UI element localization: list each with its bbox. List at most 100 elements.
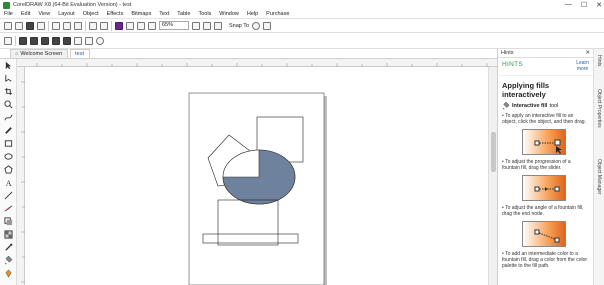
close-button[interactable]: ✕ (596, 1, 602, 9)
vector-pattern-icon[interactable] (41, 36, 49, 45)
hint-tool-name: Interactive fill (512, 103, 548, 109)
fill-vector-drawing (534, 186, 560, 192)
hint-paragraph: • To adjust the progression of a fountai… (502, 159, 571, 171)
menu-help[interactable]: Help (247, 11, 258, 17)
uniform-fill-icon[interactable] (19, 36, 27, 45)
artistic-media-icon[interactable] (4, 126, 13, 135)
hint-paragraph-text: To adjust the progression of a fountain … (502, 159, 571, 171)
interactive-fill-icon[interactable] (4, 256, 13, 265)
pick-tool-icon[interactable] (4, 61, 13, 70)
copy-fill-icon[interactable] (96, 36, 104, 45)
polygon-tool-icon[interactable] (4, 165, 13, 174)
interactive-fill-icon (502, 102, 510, 110)
freehand-tool-icon[interactable] (4, 113, 13, 122)
home-icon: ⌂ (15, 51, 19, 57)
drop-shadow-icon[interactable] (4, 217, 13, 226)
menu-table[interactable]: Table (177, 11, 190, 17)
copy-icon[interactable] (63, 21, 71, 30)
tab-test-label: test (75, 51, 84, 57)
redo-icon[interactable] (100, 21, 108, 30)
menu-file[interactable]: File (4, 11, 13, 17)
hint-tool-suffix: tool (549, 103, 559, 109)
menu-edit[interactable]: Edit (21, 11, 30, 17)
horizontal-ruler[interactable] (17, 59, 497, 67)
toolbar-divider (85, 20, 86, 31)
print-icon[interactable] (37, 21, 45, 30)
menu-text[interactable]: Text (159, 11, 169, 17)
toolbox: A (0, 59, 17, 285)
hints-banner-text: HINTS (502, 61, 523, 68)
maximize-button[interactable]: ☐ (581, 1, 587, 9)
hint-heading: Applying fills interactively (502, 81, 550, 99)
import-icon[interactable] (126, 21, 134, 30)
rulers-icon[interactable] (203, 21, 211, 30)
options-gear-icon[interactable] (252, 21, 261, 30)
hint-illustration-slider (522, 175, 566, 201)
ellipse-tool-icon[interactable] (4, 152, 13, 161)
ruler-ticks (21, 81, 25, 283)
hint-paragraph-text: To adjust the angle of a fountain fill, … (502, 205, 584, 217)
save-icon[interactable] (26, 21, 34, 30)
texture-fill-icon[interactable] (74, 36, 82, 45)
postscript-fill-icon[interactable] (85, 36, 93, 45)
menu-bitmaps[interactable]: Bitmaps (131, 11, 151, 17)
panel-close-icon[interactable]: ✕ (585, 50, 590, 56)
grid-icon[interactable] (214, 21, 222, 30)
open-icon[interactable] (15, 21, 23, 30)
fill-type-none-icon[interactable] (4, 36, 12, 45)
hint-paragraph: • To add an intermediate color to a foun… (502, 251, 588, 269)
vertical-ruler[interactable] (17, 67, 25, 285)
tab-test[interactable]: test (70, 49, 90, 58)
menu-purchase[interactable]: Purchase (266, 11, 289, 17)
menu-object[interactable]: Object (83, 11, 99, 17)
toolbar-divider (48, 20, 49, 31)
full-screen-icon[interactable] (192, 21, 200, 30)
window-title: CorelDRAW X8 (64-Bit Evaluation Version)… (13, 2, 132, 8)
hint-illustration-apply-fill (522, 129, 566, 155)
learn-more-link[interactable]: Learn more (576, 60, 589, 72)
docker-tab-object-manager[interactable]: Object Manager (596, 159, 602, 195)
tab-welcome-screen[interactable]: ⌂ Welcome Screen (10, 49, 69, 58)
parallel-dimension-icon[interactable] (4, 191, 13, 200)
menu-tools[interactable]: Tools (198, 11, 211, 17)
publish-pdf-icon[interactable] (148, 21, 156, 30)
cut-icon[interactable] (52, 21, 60, 30)
launch-app-icon[interactable] (263, 21, 272, 30)
connector-tool-icon[interactable] (4, 204, 13, 213)
undo-icon[interactable] (89, 21, 97, 30)
text-tool-icon[interactable]: A (4, 178, 13, 187)
ruler-ticks (36, 63, 488, 67)
hints-panel: Hints ✕ HINTS Learn more Applying fills … (497, 49, 593, 285)
minimize-button[interactable]: — (565, 1, 572, 9)
smart-fill-icon[interactable] (4, 269, 13, 278)
rectangle-tool-icon[interactable] (4, 139, 13, 148)
docker-tab-object-properties[interactable]: Object Properties (596, 89, 602, 128)
hint-paragraph-text: To add an intermediate color to a founta… (502, 251, 588, 269)
shape-tool-icon[interactable] (4, 74, 13, 83)
search-content-icon[interactable] (115, 21, 123, 30)
menu-view[interactable]: View (38, 11, 50, 17)
zoom-level-select[interactable]: 65% (159, 21, 189, 30)
scrollbar-thumb[interactable] (491, 132, 496, 172)
two-color-pattern-icon[interactable] (63, 36, 71, 45)
menu-effects[interactable]: Effects (107, 11, 124, 17)
fill-vector-drawing (534, 229, 560, 243)
docker-tab-hints[interactable]: Hints (596, 55, 602, 66)
vertical-scrollbar[interactable] (488, 67, 497, 285)
fill-vector-drawing (534, 139, 562, 154)
drawing-canvas[interactable] (25, 67, 488, 285)
menu-layout[interactable]: Layout (58, 11, 75, 17)
transparency-icon[interactable] (4, 230, 13, 239)
document-page-drawing (188, 92, 327, 285)
paste-icon[interactable] (74, 21, 82, 30)
export-icon[interactable] (137, 21, 145, 30)
menu-window[interactable]: Window (219, 11, 239, 17)
color-eyedropper-icon[interactable] (4, 243, 13, 252)
new-document-icon[interactable] (4, 21, 12, 30)
crop-tool-icon[interactable] (4, 87, 13, 96)
bitmap-pattern-icon[interactable] (52, 36, 60, 45)
fountain-fill-icon[interactable] (30, 36, 38, 45)
zoom-tool-icon[interactable] (4, 100, 13, 109)
title-bar: CorelDRAW X8 (64-Bit Evaluation Version)… (0, 0, 604, 10)
snap-to-dropdown[interactable]: Snap To (229, 23, 249, 29)
